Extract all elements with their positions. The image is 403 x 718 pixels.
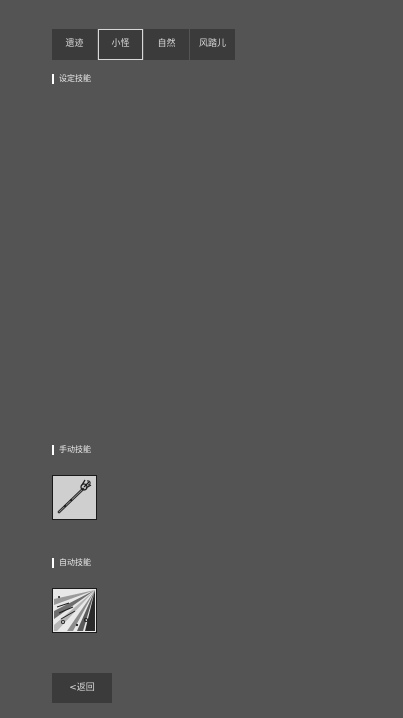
auto-skills-heading: 自动技能: [52, 558, 91, 568]
arrow-rain-skill-icon: [53, 589, 96, 632]
staff-skill-icon: [53, 476, 96, 519]
manual-skills-heading: 手动技能: [52, 445, 91, 455]
back-button[interactable]: <返回: [52, 673, 112, 703]
manual-skill-slot[interactable]: [52, 475, 97, 520]
tab-ruins[interactable]: 遗迹: [52, 29, 97, 60]
auto-skill-slot[interactable]: [52, 588, 97, 633]
tab-nature[interactable]: 自然: [144, 29, 189, 60]
tab-minions[interactable]: 小怪: [98, 29, 143, 60]
tab-windwalker[interactable]: 风踏儿: [190, 29, 235, 60]
equipped-skills-heading: 设定技能: [52, 74, 91, 84]
category-tabs: 遗迹 小怪 自然 风踏儿: [52, 29, 236, 60]
